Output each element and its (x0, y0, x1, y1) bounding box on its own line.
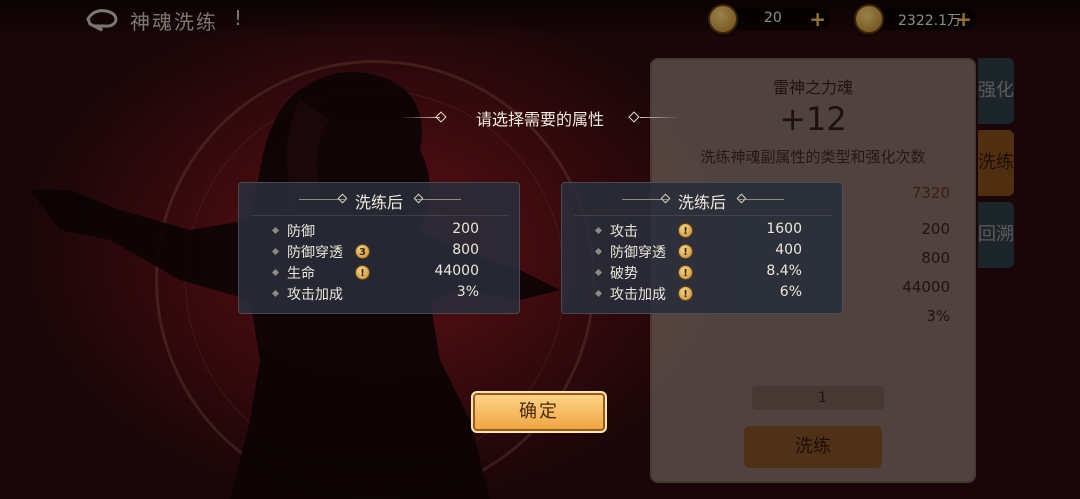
stat-row: 防御穿透 ! 400 (562, 242, 842, 262)
divider (574, 215, 832, 216)
enhance-count-badge: ! (678, 286, 693, 301)
bullet-icon (271, 247, 280, 256)
stat-name: 攻击 (610, 224, 638, 240)
stat-value: 44000 (434, 263, 479, 279)
stat-value: 8.4% (766, 263, 802, 279)
bullet-icon (594, 226, 603, 235)
stat-value: 800 (452, 242, 479, 258)
heading-decoration (738, 199, 784, 200)
enhance-count-badge: ! (678, 244, 693, 259)
stat-row: 攻击加成 3% (239, 284, 519, 304)
stat-row: 防御 200 (239, 221, 519, 241)
stat-value: 6% (779, 284, 802, 300)
stat-row: 攻击 ! 1600 (562, 221, 842, 241)
stat-value: 200 (452, 221, 479, 237)
prompt-decoration-right (640, 117, 680, 118)
stat-name: 防御穿透 (287, 245, 343, 261)
stat-name: 破势 (610, 266, 638, 282)
stat-name: 攻击加成 (287, 287, 343, 303)
bullet-icon (271, 226, 280, 235)
bullet-icon (271, 289, 280, 298)
stat-name: 生命 (287, 266, 315, 282)
enhance-count-badge: ! (355, 265, 370, 280)
enhance-count-badge: ! (678, 265, 693, 280)
stat-value: 1600 (766, 221, 802, 237)
enhance-count-badge: 3 (355, 244, 370, 259)
option-card-2[interactable]: 洗练后 攻击 ! 1600 防御穿透 ! 400 破势 ! 8.4% 攻击加成 … (561, 182, 843, 314)
confirm-button[interactable]: 确定 (471, 391, 607, 433)
stat-row: 破势 ! 8.4% (562, 263, 842, 283)
stat-row: 攻击加成 ! 6% (562, 284, 842, 304)
divider (251, 215, 509, 216)
option-heading: 洗练后 (354, 193, 403, 212)
bullet-icon (594, 289, 603, 298)
bullet-icon (594, 268, 603, 277)
stat-value: 3% (456, 284, 479, 300)
stat-name: 攻击加成 (610, 287, 666, 303)
stat-name: 防御穿透 (610, 245, 666, 261)
stat-name: 防御 (287, 224, 315, 240)
bullet-icon (271, 268, 280, 277)
bullet-icon (594, 247, 603, 256)
heading-decoration (415, 199, 461, 200)
option-card-1[interactable]: 洗练后 防御 200 防御穿透 3 800 生命 ! 44000 攻击加成 3% (238, 182, 520, 314)
enhance-count-badge: ! (678, 223, 693, 238)
stat-row: 生命 ! 44000 (239, 263, 519, 283)
option-heading: 洗练后 (677, 193, 726, 212)
stat-row: 防御穿透 3 800 (239, 242, 519, 262)
stat-value: 400 (775, 242, 802, 258)
